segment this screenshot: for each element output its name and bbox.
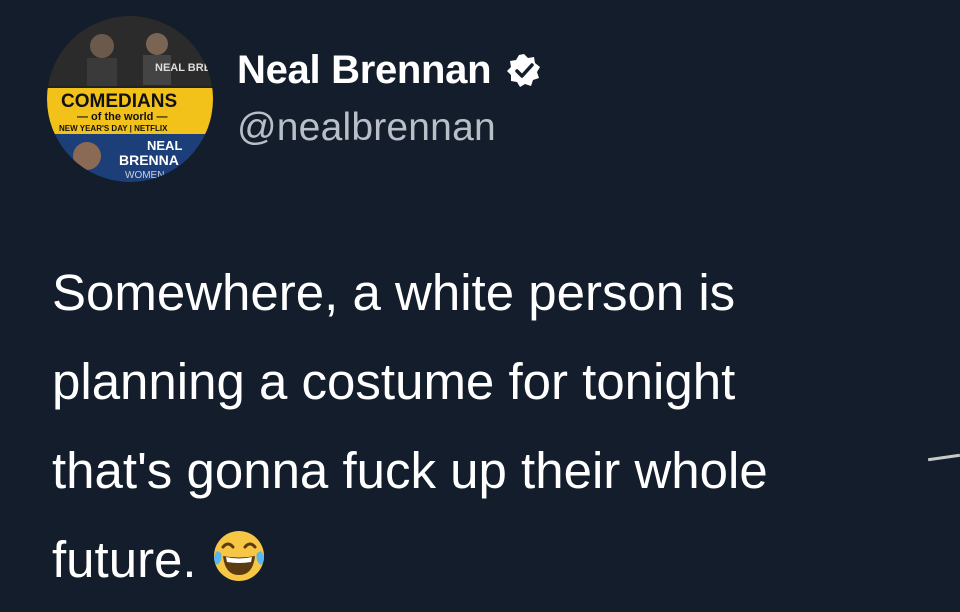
- author-name-row[interactable]: Neal Brennan: [237, 48, 543, 93]
- avatar-bottom-text-3: WOMEN: [125, 170, 164, 181]
- verified-badge-icon: [505, 52, 543, 90]
- tweet-text-line: future.: [52, 531, 197, 588]
- avatar-bottom-text-1: NEAL: [147, 138, 182, 153]
- author-display-name[interactable]: Neal Brennan: [237, 48, 492, 93]
- author-handle[interactable]: @nealbrennan: [237, 106, 496, 150]
- tweet-text-line: that's gonna fuck up their whole: [52, 442, 768, 499]
- tweet-text-last-line: future.: [52, 515, 942, 604]
- avatar-banner-footer: NEW YEAR'S DAY | NETFLIX: [59, 124, 168, 133]
- tweet-card: NEAL BRENNAN COMEDIANS — of the world — …: [0, 0, 960, 604]
- tweet-text-line: Somewhere, a white person is: [52, 264, 736, 321]
- avatar-top-text: NEAL BRENNAN: [155, 62, 213, 74]
- tweet-text-line: planning a costume for tonight: [52, 353, 736, 410]
- profile-avatar[interactable]: NEAL BRENNAN COMEDIANS — of the world — …: [47, 16, 213, 182]
- avatar-bottom-text-2: BRENNA: [119, 152, 179, 168]
- avatar-banner-title: COMEDIANS: [61, 91, 177, 112]
- tweet-text: Somewhere, a white person is planning a …: [52, 248, 942, 604]
- face-with-tears-of-joy-icon: [209, 523, 269, 583]
- avatar-banner-subtitle: — of the world —: [77, 111, 167, 123]
- avatar-artwork: NEAL BRENNAN COMEDIANS — of the world — …: [47, 16, 213, 182]
